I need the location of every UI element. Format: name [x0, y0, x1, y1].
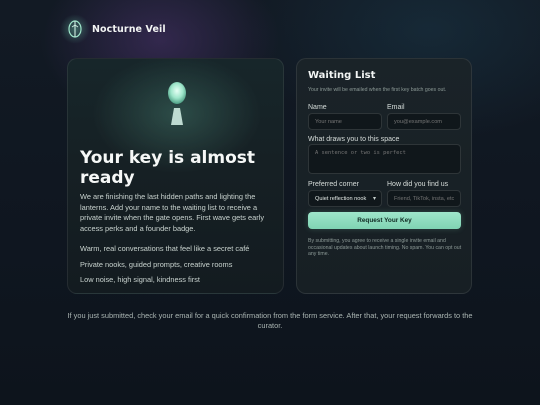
hero-card: Your key is almost ready We are finishin…: [67, 58, 284, 294]
footer-note: If you just submitted, check your email …: [67, 311, 473, 330]
feature-item: Private nooks, guided prompts, creative …: [80, 259, 233, 269]
form-title: Waiting List: [308, 70, 376, 81]
brand-name: Nocturne Veil: [92, 23, 166, 35]
form-disclaimer: By submitting, you agree to receive a si…: [308, 238, 462, 258]
feature-item: Low noise, high signal, kindness first: [80, 275, 200, 284]
name-field[interactable]: [308, 113, 382, 130]
corner-label: Preferred corner: [308, 181, 359, 188]
found-field[interactable]: [387, 190, 461, 207]
hero-title: Your key is almost ready: [80, 148, 256, 188]
waiting-list-form: Waiting List Your invite will be emailed…: [296, 58, 472, 294]
email-field[interactable]: [387, 113, 461, 130]
hero-description: We are finishing the last hidden paths a…: [80, 192, 265, 233]
name-label: Name: [308, 104, 327, 111]
form-subtitle: Your invite will be emailed when the fir…: [308, 87, 447, 93]
chevron-down-icon: ▾: [372, 196, 376, 202]
lantern-icon: [60, 14, 90, 44]
feature-item: Warm, real conversations that feel like …: [80, 244, 250, 253]
corner-select[interactable]: Quiet reflection nook ▾: [308, 190, 382, 207]
keyhole-lantern-icon: [164, 79, 190, 129]
found-label: How did you find us: [387, 181, 449, 188]
feature-list: Warm, real conversations that feel like …: [80, 244, 280, 291]
corner-select-value: Quiet reflection nook: [315, 195, 367, 202]
draw-label: What draws you to this space: [308, 136, 400, 143]
email-label: Email: [387, 104, 405, 111]
request-key-button[interactable]: Request Your Key: [308, 212, 461, 229]
brand: Nocturne Veil: [60, 14, 166, 44]
draw-textarea[interactable]: [308, 144, 461, 174]
